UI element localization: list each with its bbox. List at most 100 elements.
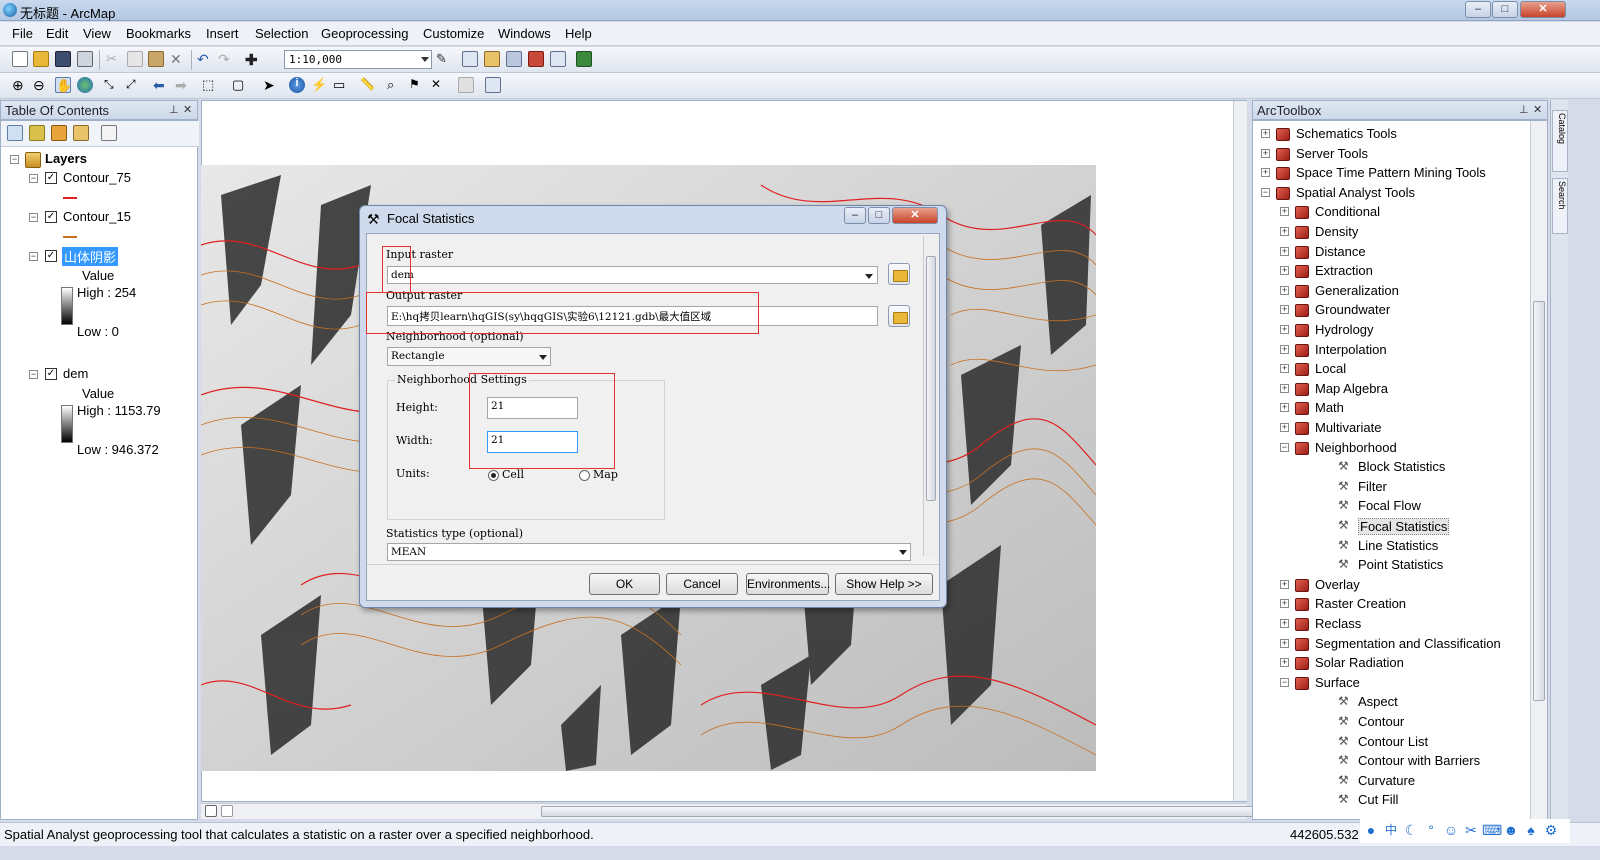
pan-hand-icon[interactable]: ✋ (55, 77, 72, 93)
print-icon[interactable] (77, 51, 93, 67)
expand-icon[interactable]: + (1280, 383, 1289, 393)
tool-contour-list[interactable]: Contour List (1358, 734, 1428, 749)
find-binoculars-icon[interactable]: ⌕ (387, 77, 403, 93)
close-button[interactable]: ✕ (1520, 1, 1566, 18)
list-by-source-icon[interactable] (29, 125, 45, 141)
scrollbar-thumb[interactable] (926, 256, 936, 501)
layer-visibility-checkbox[interactable]: ✓ (45, 250, 57, 262)
map-vertical-scrollbar[interactable] (1233, 101, 1247, 801)
identify-info-icon[interactable]: i (289, 77, 305, 93)
layer-visibility-checkbox[interactable]: ✓ (45, 368, 57, 380)
ime-logo-icon[interactable]: ● (1362, 821, 1380, 839)
toolset-schematics-tools[interactable]: Schematics Tools (1296, 126, 1397, 141)
menu-view[interactable]: View (83, 26, 111, 41)
redo-icon[interactable]: ↷ (218, 51, 234, 67)
search-window-icon[interactable] (506, 51, 522, 67)
tool-cut-fill[interactable]: Cut Fill (1358, 792, 1398, 807)
menu-insert[interactable]: Insert (206, 26, 239, 41)
expand-icon[interactable]: + (1280, 619, 1289, 628)
expand-icon[interactable]: + (1280, 579, 1289, 589)
close-icon[interactable]: ✕ (1533, 103, 1542, 116)
undo-icon[interactable]: ↶ (197, 51, 213, 67)
collapse-icon[interactable]: − (29, 370, 38, 379)
tool-focal-flow[interactable]: Focal Flow (1358, 498, 1421, 513)
toolset-segmentation-and-classification[interactable]: Segmentation and Classification (1315, 636, 1501, 651)
collapse-icon[interactable]: − (1280, 677, 1289, 687)
toc-options-icon[interactable] (101, 125, 117, 141)
browse-folder-icon[interactable] (888, 305, 910, 327)
expand-icon[interactable]: + (1280, 403, 1289, 413)
collapse-icon[interactable]: − (29, 174, 38, 183)
table-of-contents-icon[interactable] (462, 51, 478, 67)
dem-color-ramp[interactable] (61, 405, 73, 443)
expand-icon[interactable]: + (1280, 658, 1289, 668)
new-document-icon[interactable] (12, 51, 28, 67)
toolset-extraction[interactable]: Extraction (1315, 263, 1373, 278)
layer-hillshade[interactable]: 山体阴影 (62, 247, 119, 266)
paste-icon[interactable] (148, 51, 164, 67)
list-by-visibility-icon[interactable] (51, 125, 67, 141)
menu-file[interactable]: File (12, 26, 33, 41)
chevron-down-icon[interactable] (421, 57, 429, 62)
search-tab[interactable]: Search (1552, 178, 1568, 234)
layout-view-icon[interactable] (221, 805, 233, 817)
contour-15-line-symbol[interactable] (63, 236, 77, 238)
expand-icon[interactable]: + (1280, 638, 1289, 648)
show-help-button[interactable]: Show Help >> (835, 573, 933, 595)
toolset-neighborhood[interactable]: Neighborhood (1315, 440, 1397, 455)
map-scale-combo[interactable]: 1:10,000 (284, 50, 432, 69)
arctoolbox-scrollbar[interactable] (1530, 121, 1547, 819)
toolset-local[interactable]: Local (1315, 361, 1346, 376)
tool-curvature[interactable]: Curvature (1358, 773, 1415, 788)
menu-bookmarks[interactable]: Bookmarks (126, 26, 191, 41)
collapse-icon[interactable]: − (1280, 442, 1289, 452)
toolset-conditional[interactable]: Conditional (1315, 204, 1380, 219)
tool-filter[interactable]: Filter (1358, 479, 1387, 494)
neighborhood-select[interactable]: Rectangle (387, 347, 551, 366)
toolset-math[interactable]: Math (1315, 400, 1344, 415)
layers-collapse-icon[interactable]: − (10, 155, 19, 164)
close-icon[interactable]: ✕ (183, 103, 192, 116)
toolset-server-tools[interactable]: Server Tools (1296, 146, 1368, 161)
full-extent-globe-icon[interactable] (77, 77, 93, 93)
go-to-xy-icon[interactable]: ✕ (431, 77, 447, 93)
layer-dem[interactable]: dem (63, 366, 88, 381)
toolset-hydrology[interactable]: Hydrology (1315, 322, 1374, 337)
time-slider-icon[interactable] (458, 77, 474, 93)
units-cell-radio[interactable] (488, 470, 499, 481)
ime-chinese-icon[interactable]: 中 (1382, 821, 1400, 839)
pin-icon[interactable]: ⊥ (1519, 103, 1529, 116)
ime-settings-icon[interactable]: ⚙ (1542, 821, 1560, 839)
tool-contour[interactable]: Contour (1358, 714, 1404, 729)
toolset-reclass[interactable]: Reclass (1315, 616, 1361, 631)
ime-scissors-icon[interactable]: ✂ (1462, 821, 1480, 839)
open-folder-icon[interactable] (33, 51, 49, 67)
chevron-down-icon[interactable] (899, 550, 907, 555)
back-arrow-icon[interactable]: ⬅ (153, 77, 169, 93)
toolset-distance[interactable]: Distance (1315, 244, 1366, 259)
expand-icon[interactable]: + (1280, 305, 1289, 315)
layer-visibility-checkbox[interactable]: ✓ (45, 211, 57, 223)
delete-icon[interactable]: ✕ (170, 51, 186, 67)
copy-icon[interactable] (127, 51, 143, 67)
dialog-scrollbar[interactable] (923, 236, 938, 556)
input-raster-combo[interactable]: dem (387, 266, 878, 284)
measure-ruler-icon[interactable]: 📏 (360, 77, 376, 93)
dialog-close-button[interactable]: ✕ (892, 207, 938, 224)
python-window-icon[interactable] (550, 51, 566, 67)
expand-icon[interactable]: + (1280, 227, 1289, 236)
toolset-groundwater[interactable]: Groundwater (1315, 302, 1390, 317)
find-route-icon[interactable]: ⚑ (409, 77, 425, 93)
toolset-overlay[interactable]: Overlay (1315, 577, 1360, 592)
dialog-maximize-button[interactable]: □ (868, 207, 890, 224)
expand-icon[interactable]: + (1261, 148, 1270, 158)
hyperlink-lightning-icon[interactable]: ⚡ (311, 77, 327, 93)
contour-75-line-symbol[interactable] (63, 197, 77, 199)
data-view-icon[interactable] (205, 805, 217, 817)
environments-button[interactable]: Environments... (746, 573, 830, 595)
tool-block-statistics[interactable]: Block Statistics (1358, 459, 1445, 474)
toolset-surface[interactable]: Surface (1315, 675, 1360, 690)
layer-visibility-checkbox[interactable]: ✓ (45, 172, 57, 184)
tool-focal-statistics[interactable]: Focal Statistics (1358, 518, 1450, 535)
menu-selection[interactable]: Selection (255, 26, 308, 41)
